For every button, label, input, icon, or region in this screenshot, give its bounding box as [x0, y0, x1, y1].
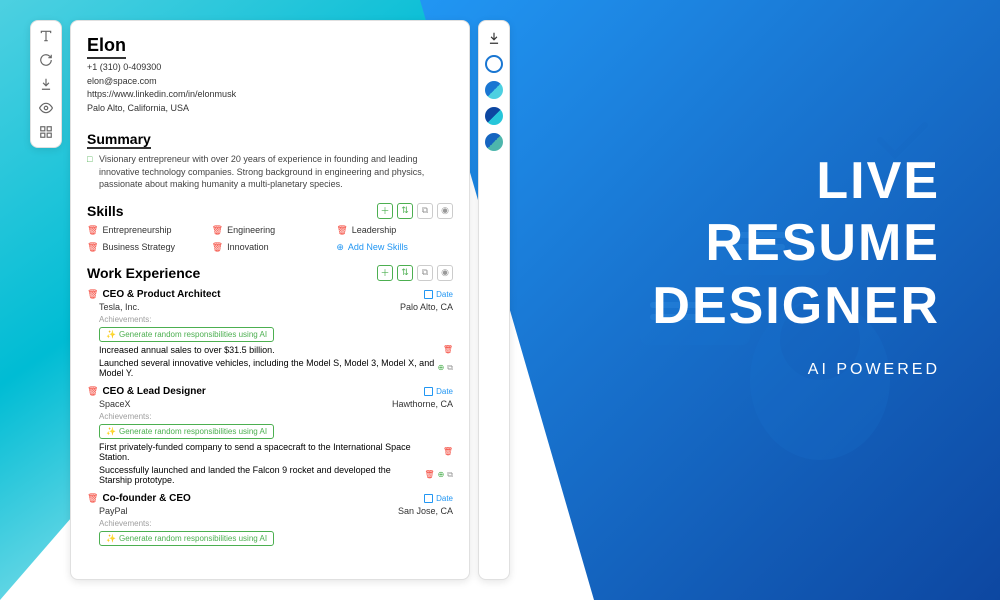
ai-generate-button[interactable]: ✨Generate random responsibilities using … — [99, 327, 274, 342]
job-title[interactable]: 🗑CEO & Lead Designer — [87, 386, 206, 397]
work-hide-icon[interactable]: ◉ — [437, 265, 453, 281]
job-entry: 🗑CEO & Product Architect Date Tesla, Inc. P… — [87, 289, 453, 378]
skills-actions: ＋ ⇅ ⧉ ◉ — [377, 203, 453, 219]
theme-blue[interactable] — [485, 81, 503, 99]
sparkle-icon: ✨ — [106, 534, 116, 543]
skill-item[interactable]: 🗑Business Strategy — [87, 242, 204, 253]
delete-icon[interactable]: 🗑 — [336, 225, 347, 236]
style-picker — [478, 20, 510, 580]
skills-add-icon[interactable]: ＋ — [377, 203, 393, 219]
job-company[interactable]: SpaceX — [99, 399, 131, 409]
job-company[interactable]: Tesla, Inc. — [99, 302, 140, 312]
achievements-label: Achievements: — [87, 519, 453, 528]
delete-icon[interactable]: 🗑 — [443, 447, 453, 456]
date-button[interactable]: Date — [424, 290, 453, 299]
work-copy-icon[interactable]: ⧉ — [417, 265, 433, 281]
achievements-label: Achievements: — [87, 315, 453, 324]
ai-generate-button[interactable]: ✨Generate random responsibilities using … — [99, 531, 274, 546]
copy-icon[interactable]: ⧉ — [447, 363, 453, 373]
skills-heading: Skills — [87, 203, 124, 219]
hero-subtitle: AI POWERED — [652, 361, 940, 379]
download-icon[interactable] — [38, 77, 54, 91]
skill-item[interactable]: 🗑Innovation — [212, 242, 329, 253]
add-icon[interactable]: ⊕ — [438, 363, 445, 373]
refresh-icon[interactable] — [38, 53, 54, 67]
add-skill-button[interactable]: ⊕Add New Skills — [336, 242, 453, 253]
achievement-line[interactable]: First privately-funded company to send a… — [87, 442, 453, 462]
ai-generate-button[interactable]: ✨Generate random responsibilities using … — [99, 424, 274, 439]
contact-info[interactable]: +1 (310) 0-409300 elon@space.com https:/… — [87, 61, 453, 115]
delete-icon[interactable]: 🗑 — [212, 242, 223, 253]
job-location[interactable]: Palo Alto, CA — [400, 302, 453, 312]
work-heading: Work Experience — [87, 265, 200, 281]
hero-line-1: LIVE — [816, 152, 940, 210]
skills-move-icon[interactable]: ⇅ — [397, 203, 413, 219]
work-add-icon[interactable]: ＋ — [377, 265, 393, 281]
skill-item[interactable]: 🗑Engineering — [212, 225, 329, 236]
job-entry: 🗑CEO & Lead Designer Date SpaceX Hawthorne,… — [87, 386, 453, 485]
resume-document: Elon +1 (310) 0-409300 elon@space.com ht… — [70, 20, 470, 580]
sparkle-icon: ✨ — [106, 427, 116, 436]
jobs-container: 🗑CEO & Product Architect Date Tesla, Inc. P… — [87, 289, 453, 546]
editor-panel: Elon +1 (310) 0-409300 elon@space.com ht… — [30, 20, 510, 580]
achievement-line[interactable]: Increased annual sales to over $31.5 bil… — [87, 345, 453, 355]
job-location[interactable]: Hawthorne, CA — [392, 399, 453, 409]
text-style-icon[interactable] — [38, 29, 54, 43]
theme-navy[interactable] — [485, 107, 503, 125]
add-icon: ⊕ — [336, 242, 344, 253]
grid-icon[interactable] — [38, 125, 54, 139]
skill-item[interactable]: 🗑Leadership — [336, 225, 453, 236]
sparkle-icon: ✨ — [106, 330, 116, 339]
export-icon[interactable] — [485, 29, 503, 47]
achievement-line[interactable]: Successfully launched and landed the Fal… — [87, 465, 453, 485]
job-location[interactable]: San Jose, CA — [398, 506, 453, 516]
achievements-label: Achievements: — [87, 412, 453, 421]
delete-icon[interactable]: 🗑 — [443, 345, 453, 354]
hero-title: LIVE RESUME DESIGNER AI POWERED — [652, 150, 940, 379]
calendar-icon — [424, 387, 433, 396]
summary-heading: Summary — [87, 131, 151, 149]
summary-text[interactable]: Visionary entrepreneur with over 20 year… — [87, 153, 453, 191]
theme-teal[interactable] — [485, 133, 503, 151]
copy-icon[interactable]: ⧉ — [447, 470, 453, 480]
hero-line-2: RESUME — [706, 214, 940, 272]
delete-icon[interactable]: 🗑 — [424, 470, 434, 480]
achievement-line[interactable]: Launched several innovative vehicles, in… — [87, 358, 453, 378]
skills-hide-icon[interactable]: ◉ — [437, 203, 453, 219]
job-title[interactable]: 🗑Co-founder & CEO — [87, 493, 191, 504]
delete-icon[interactable]: 🗑 — [87, 225, 98, 236]
delete-icon[interactable]: 🗑 — [87, 289, 98, 300]
hero-line-3: DESIGNER — [652, 277, 940, 335]
calendar-icon — [424, 290, 433, 299]
job-title[interactable]: 🗑CEO & Product Architect — [87, 289, 220, 300]
eye-icon[interactable] — [38, 101, 54, 115]
delete-icon[interactable]: 🗑 — [87, 242, 98, 253]
toolbar-left — [30, 20, 62, 148]
work-move-icon[interactable]: ⇅ — [397, 265, 413, 281]
date-button[interactable]: Date — [424, 494, 453, 503]
delete-icon[interactable]: 🗑 — [87, 386, 98, 397]
skills-grid: 🗑Entrepreneurship 🗑Engineering 🗑Leadership… — [87, 225, 453, 253]
work-actions: ＋ ⇅ ⧉ ◉ — [377, 265, 453, 281]
resume-name[interactable]: Elon — [87, 35, 126, 59]
calendar-icon — [424, 494, 433, 503]
skill-item[interactable]: 🗑Entrepreneurship — [87, 225, 204, 236]
skills-copy-icon[interactable]: ⧉ — [417, 203, 433, 219]
date-button[interactable]: Date — [424, 387, 453, 396]
add-icon[interactable]: ⊕ — [438, 470, 445, 480]
delete-icon[interactable]: 🗑 — [87, 493, 98, 504]
job-entry: 🗑Co-founder & CEO Date PayPal San Jose, CA A… — [87, 493, 453, 546]
theme-white[interactable] — [485, 55, 503, 73]
job-company[interactable]: PayPal — [99, 506, 128, 516]
delete-icon[interactable]: 🗑 — [212, 225, 223, 236]
